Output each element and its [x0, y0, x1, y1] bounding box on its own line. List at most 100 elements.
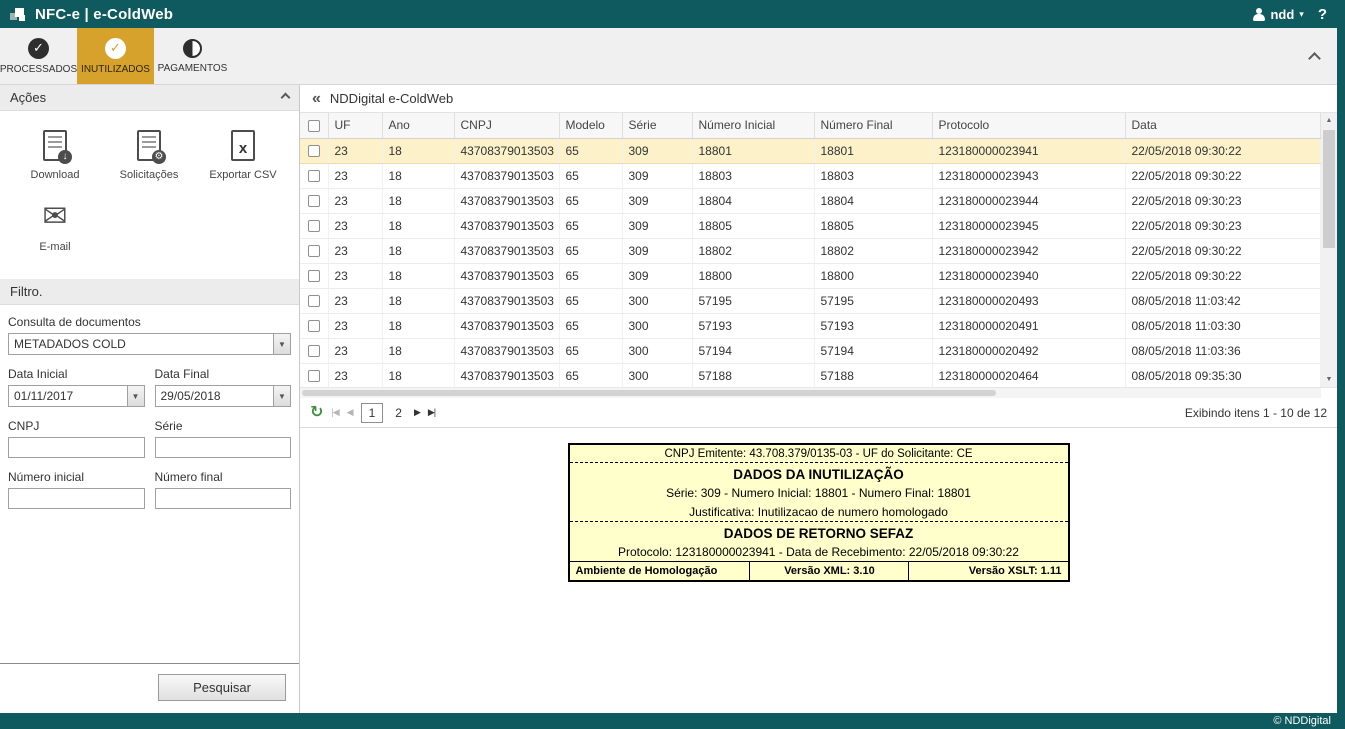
select-all-header: [300, 113, 328, 138]
chevron-down-icon[interactable]: ▼: [273, 334, 290, 354]
inutilizados-icon: ✓: [105, 38, 126, 59]
horizontal-scrollbar[interactable]: [300, 388, 1321, 398]
numero-inicial-label: Número inicial: [8, 470, 145, 484]
horizontal-scrollbar-thumb[interactable]: [302, 390, 996, 396]
row-checkbox-cell: [300, 288, 328, 313]
row-checkbox[interactable]: [308, 295, 320, 307]
table-cell: 309: [622, 213, 692, 238]
tab-pagamentos[interactable]: PAGAMENTOS: [154, 28, 231, 84]
row-checkbox[interactable]: [308, 370, 320, 382]
detail-area: CNPJ Emitente: 43.708.379/0135-03 - UF d…: [300, 428, 1337, 713]
page-link[interactable]: 2: [391, 404, 406, 422]
ribbon-collapse-icon[interactable]: [1308, 52, 1321, 65]
table-row[interactable]: 2318437083790135036530057193571931231800…: [300, 313, 1321, 338]
table-cell: 309: [622, 138, 692, 163]
table-cell: 18804: [814, 188, 932, 213]
table-row[interactable]: 2318437083790135036530918803188031231800…: [300, 163, 1321, 188]
scroll-down-icon[interactable]: ▼: [1321, 372, 1337, 387]
user-menu[interactable]: ndd ▾: [1252, 7, 1303, 22]
next-page-icon[interactable]: ▶: [414, 407, 420, 418]
serie-input[interactable]: [155, 437, 292, 458]
column-header-ano[interactable]: Ano: [382, 113, 454, 138]
tab-inutilizados[interactable]: ✓ INUTILIZADOS: [77, 28, 154, 84]
numero-inicial-input[interactable]: [8, 488, 145, 509]
column-header-s-rie[interactable]: Série: [622, 113, 692, 138]
data-final-label: Data Final: [155, 367, 292, 381]
table-cell: 23: [328, 138, 382, 163]
prev-page-icon[interactable]: ◀: [347, 407, 353, 418]
table-cell: 18803: [692, 163, 814, 188]
consulta-select[interactable]: METADADOS COLD ▼: [8, 333, 291, 355]
help-button[interactable]: ?: [1318, 6, 1327, 23]
doc-section2-title: DADOS DE RETORNO SEFAZ: [570, 522, 1068, 542]
scroll-up-icon[interactable]: ▲: [1321, 113, 1337, 128]
numero-final-input[interactable]: [155, 488, 292, 509]
email-button[interactable]: ✉ E-mail: [8, 197, 102, 253]
table-cell: 57188: [814, 363, 932, 388]
row-checkbox[interactable]: [308, 320, 320, 332]
row-checkbox[interactable]: [308, 270, 320, 282]
first-page-icon[interactable]: |◀: [331, 407, 338, 418]
table-row[interactable]: 2318437083790135036530918804188041231800…: [300, 188, 1321, 213]
row-checkbox[interactable]: [308, 220, 320, 232]
table-cell: 65: [559, 263, 622, 288]
table-row[interactable]: 2318437083790135036530918801188011231800…: [300, 138, 1321, 163]
cnpj-label: CNPJ: [8, 419, 145, 433]
table-row[interactable]: 2318437083790135036530918800188001231800…: [300, 263, 1321, 288]
data-final-picker[interactable]: 29/05/2018 ▼: [155, 385, 292, 407]
column-header-cnpj[interactable]: CNPJ: [454, 113, 559, 138]
row-checkbox[interactable]: [308, 170, 320, 182]
table-cell: 18805: [692, 213, 814, 238]
row-checkbox[interactable]: [308, 345, 320, 357]
table-cell: 57195: [692, 288, 814, 313]
chevron-down-icon[interactable]: ▼: [273, 386, 290, 406]
cnpj-input[interactable]: [8, 437, 145, 458]
table-cell: 22/05/2018 09:30:22: [1125, 163, 1321, 188]
table-cell: 23: [328, 313, 382, 338]
column-header-data[interactable]: Data: [1125, 113, 1321, 138]
table-row[interactable]: 2318437083790135036530918805188051231800…: [300, 213, 1321, 238]
exportar-csv-button[interactable]: x Exportar CSV: [196, 125, 290, 181]
refresh-icon[interactable]: ↻: [310, 405, 323, 421]
table-cell: 18804: [692, 188, 814, 213]
row-checkbox[interactable]: [308, 195, 320, 207]
column-header-n-mero-inicial[interactable]: Número Inicial: [692, 113, 814, 138]
vertical-scrollbar[interactable]: ▲ ▼: [1321, 113, 1337, 387]
action-label: E-mail: [8, 241, 102, 253]
scrollbar-thumb[interactable]: [1323, 130, 1335, 248]
chevron-down-icon: ▾: [1299, 9, 1304, 20]
breadcrumb: « NDDigital e-ColdWeb: [300, 85, 1337, 113]
data-inicial-picker[interactable]: 01/11/2017 ▼: [8, 385, 145, 407]
filter-form: Consulta de documentos METADADOS COLD ▼ …: [0, 305, 299, 713]
chevron-down-icon[interactable]: ▼: [127, 386, 144, 406]
table-row[interactable]: 2318437083790135036530918802188021231800…: [300, 238, 1321, 263]
table-cell: 08/05/2018 11:03:42: [1125, 288, 1321, 313]
collapse-sidebar-icon[interactable]: «: [312, 91, 321, 107]
current-page[interactable]: 1: [361, 403, 384, 423]
table-row[interactable]: 2318437083790135036530057188571881231800…: [300, 363, 1321, 388]
actions-collapse-icon[interactable]: [281, 93, 291, 103]
consulta-value: METADADOS COLD: [14, 337, 126, 351]
table-cell: 65: [559, 338, 622, 363]
table-cell: 18802: [692, 238, 814, 263]
last-page-icon[interactable]: ▶|: [428, 407, 435, 418]
solicitacoes-button[interactable]: ⚙ Solicitações: [102, 125, 196, 181]
column-header-protocolo[interactable]: Protocolo: [932, 113, 1125, 138]
column-header-modelo[interactable]: Modelo: [559, 113, 622, 138]
table-cell: 23: [328, 288, 382, 313]
filter-title: Filtro.: [10, 284, 43, 299]
table-cell: 43708379013503: [454, 163, 559, 188]
row-checkbox[interactable]: [308, 245, 320, 257]
table-cell: 65: [559, 288, 622, 313]
table-cell: 18: [382, 363, 454, 388]
pesquisar-button[interactable]: Pesquisar: [158, 674, 286, 701]
row-checkbox[interactable]: [308, 145, 320, 157]
table-cell: 22/05/2018 09:30:22: [1125, 138, 1321, 163]
table-row[interactable]: 2318437083790135036530057194571941231800…: [300, 338, 1321, 363]
select-all-checkbox[interactable]: [308, 120, 320, 132]
table-row[interactable]: 2318437083790135036530057195571951231800…: [300, 288, 1321, 313]
tab-processados[interactable]: ✓ PROCESSADOS: [0, 28, 77, 84]
column-header-uf[interactable]: UF: [328, 113, 382, 138]
download-button[interactable]: ↓ Download: [8, 125, 102, 181]
column-header-n-mero-final[interactable]: Número Final: [814, 113, 932, 138]
